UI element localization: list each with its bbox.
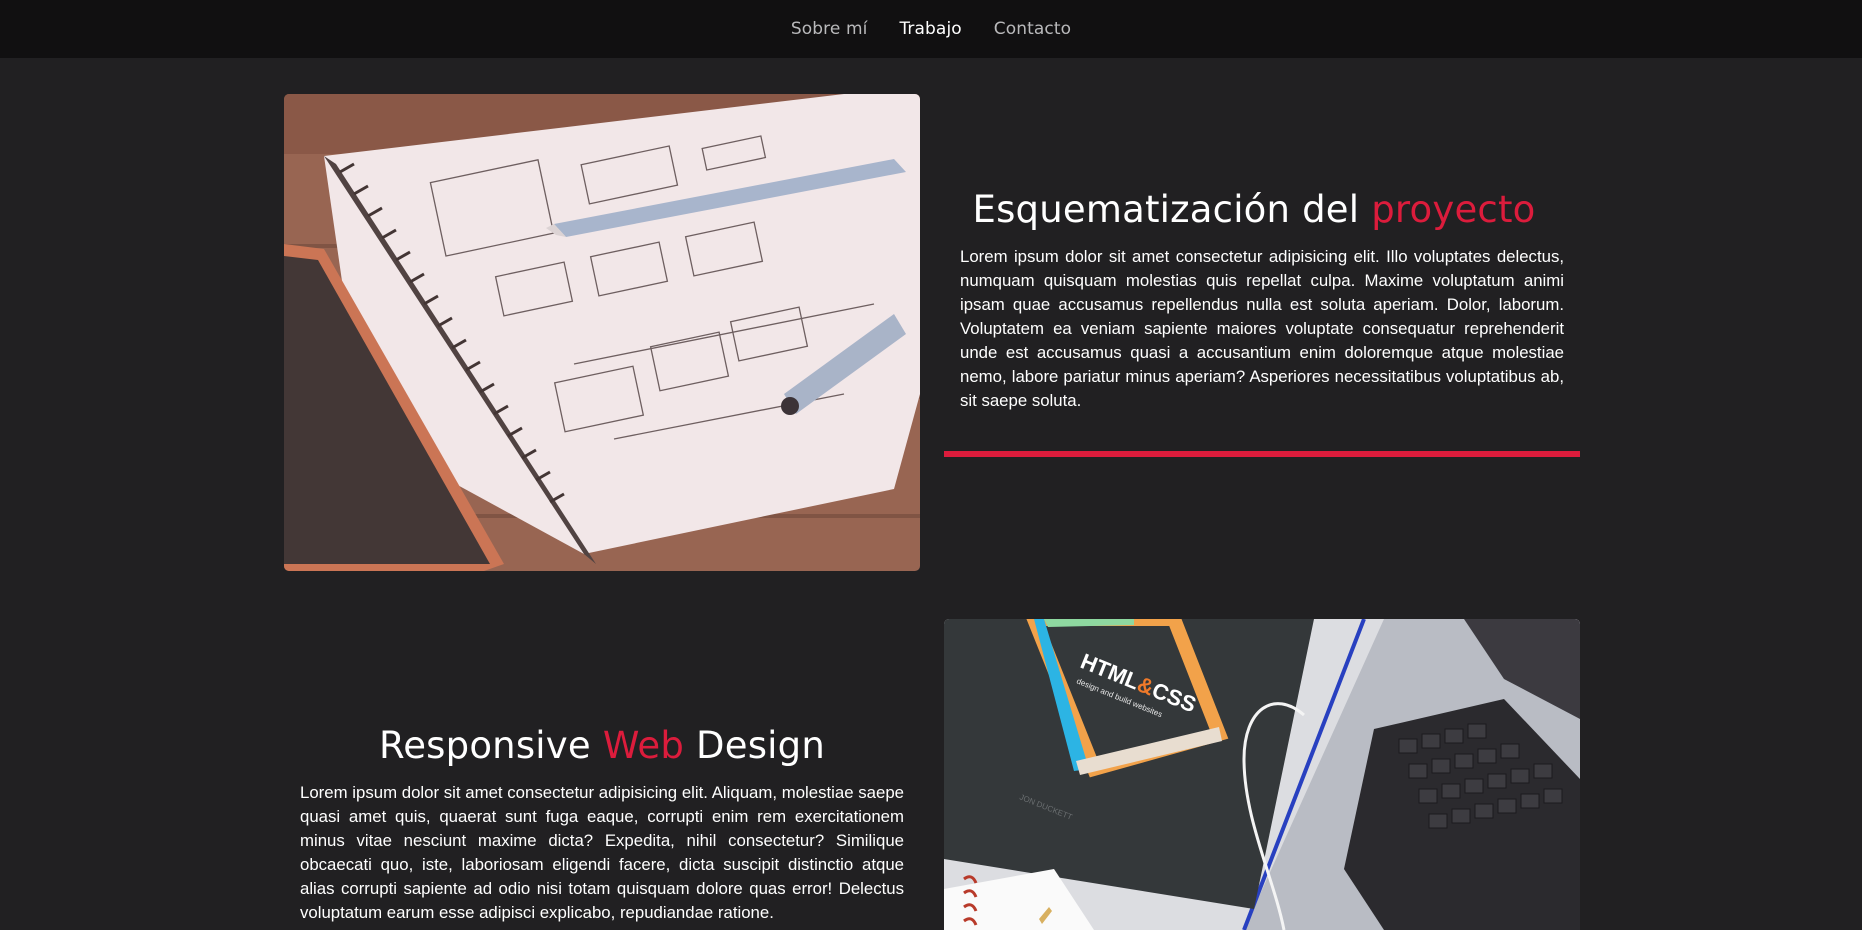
- wireframe-sketch-image: [284, 94, 920, 571]
- nav-link-contacto[interactable]: Contacto: [994, 19, 1071, 39]
- nav-link-sobre-mi[interactable]: Sobre mí: [791, 19, 868, 39]
- nav-link-trabajo[interactable]: Trabajo: [899, 19, 961, 39]
- section-1-text: Esquematización del proyecto Lorem ipsum…: [944, 188, 1564, 413]
- section-2-title-end: Design: [684, 724, 826, 767]
- section-1-body: Lorem ipsum dolor sit amet consectetur a…: [960, 247, 1564, 410]
- section-1-divider: [944, 451, 1580, 457]
- top-navbar: Sobre mí Trabajo Contacto: [0, 0, 1862, 58]
- html-css-book-image: HTML&CSS design and build websites JON D…: [944, 619, 1580, 930]
- section-2-title: Responsive Web Design: [300, 724, 904, 767]
- section-1-title-start: Esquematización del: [972, 188, 1372, 231]
- section-2-title-start: Responsive: [378, 724, 603, 767]
- section-2-text: Responsive Web Design Lorem ipsum dolor …: [300, 724, 904, 925]
- section-1-title-accent: proyecto: [1371, 188, 1536, 231]
- section-1-title: Esquematización del proyecto: [944, 188, 1564, 231]
- section-2-body: Lorem ipsum dolor sit amet consectetur a…: [300, 783, 904, 922]
- section-2-title-accent: Web: [602, 724, 685, 767]
